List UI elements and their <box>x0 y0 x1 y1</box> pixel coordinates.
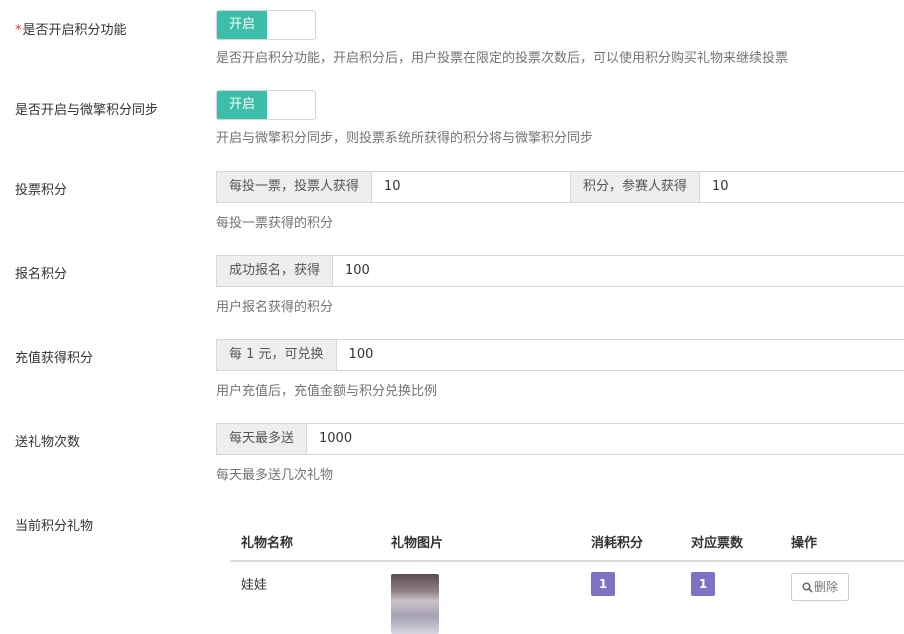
current-gifts-label: 当前积分礼物 <box>15 519 94 534</box>
recharge-addon: 每 1 元，可兑换 <box>217 340 337 370</box>
vote-points-help: 每投一票获得的积分 <box>216 216 334 231</box>
action-cell: 删除 <box>780 561 904 634</box>
signup-points-help: 用户报名获得的积分 <box>216 300 334 315</box>
table-row: 娃娃 1 1 删除 <box>230 561 904 634</box>
gift-times-input-group: 每天最多送 <box>216 423 904 455</box>
recharge-points-label: 充值获得积分 <box>15 351 94 366</box>
enable-points-label: *是否开启积分功能 <box>15 19 127 38</box>
sync-points-label: 是否开启与微擎积分同步 <box>15 103 159 118</box>
enable-points-toggle[interactable]: 开启 <box>216 10 316 40</box>
sync-points-help: 开启与微擎积分同步，则投票系统所获得的积分将与微擎积分同步 <box>216 131 594 146</box>
sync-points-row: 是否开启与微擎积分同步 开启 开启与微擎积分同步，则投票系统所获得的积分将与微擎… <box>0 80 904 160</box>
header-gift-name: 礼物名称 <box>230 522 380 562</box>
gift-times-label: 送礼物次数 <box>15 435 81 450</box>
toggle-on-label: 开启 <box>217 11 267 39</box>
gift-times-row: 送礼物次数 每天最多送 每天最多送几次礼物 <box>0 412 904 496</box>
gift-times-addon: 每天最多送 <box>217 424 308 454</box>
delete-button[interactable]: 删除 <box>791 573 850 601</box>
sync-points-toggle[interactable]: 开启 <box>216 90 316 120</box>
gift-name-cell: 娃娃 <box>241 578 268 593</box>
signup-points-row: 报名积分 成功报名，获得 用户报名获得的积分 <box>0 244 904 328</box>
contestant-addon: 积分，参赛人获得 <box>570 172 701 202</box>
signup-points-input-group: 成功报名，获得 <box>216 255 904 287</box>
vote-points-row: 投票积分 每投一票，投票人获得 积分，参赛人获得 每投一票获得的积分 <box>0 160 904 244</box>
recharge-points-row: 充值获得积分 每 1 元，可兑换 用户充值后，充值金额与积分兑换比例 <box>0 328 904 412</box>
recharge-points-input[interactable] <box>336 340 904 370</box>
search-icon <box>802 582 813 593</box>
gift-table: 礼物名称 礼物图片 消耗积分 对应票数 操作 娃娃 1 1 删除 <box>230 522 904 634</box>
voter-addon: 每投一票，投票人获得 <box>217 172 373 202</box>
delete-button-label: 删除 <box>814 580 839 594</box>
vote-points-input-group: 每投一票，投票人获得 积分，参赛人获得 <box>216 171 904 203</box>
cost-points-badge: 1 <box>591 572 615 596</box>
signup-points-input[interactable] <box>333 256 904 286</box>
enable-points-row: *是否开启积分功能 开启 是否开启积分功能，开启积分后，用户投票在限定的投票次数… <box>0 0 904 80</box>
votes-cell: 1 <box>680 561 780 634</box>
gift-table-header: 礼物名称 礼物图片 消耗积分 对应票数 操作 <box>230 522 904 562</box>
header-action: 操作 <box>780 522 904 562</box>
required-mark: * <box>15 23 22 38</box>
header-gift-image: 礼物图片 <box>380 522 580 562</box>
recharge-points-help: 用户充值后，充值金额与积分兑换比例 <box>216 384 438 399</box>
enable-points-label-text: 是否开启积分功能 <box>22 23 127 38</box>
contestant-points-input[interactable] <box>700 172 904 202</box>
gift-image-cell <box>380 561 580 634</box>
voter-points-input[interactable] <box>372 172 571 202</box>
enable-points-help: 是否开启积分功能，开启积分后，用户投票在限定的投票次数后，可以使用积分购买礼物来… <box>216 51 789 66</box>
gift-times-help: 每天最多送几次礼物 <box>216 468 334 483</box>
signup-points-label: 报名积分 <box>15 267 68 282</box>
header-votes: 对应票数 <box>680 522 780 562</box>
cost-points-cell: 1 <box>580 561 680 634</box>
votes-badge: 1 <box>691 572 715 596</box>
recharge-points-input-group: 每 1 元，可兑换 <box>216 339 904 371</box>
gift-times-input[interactable] <box>307 424 904 454</box>
gift-image <box>391 574 439 634</box>
signup-addon: 成功报名，获得 <box>217 256 334 286</box>
vote-points-label: 投票积分 <box>15 183 68 198</box>
toggle-on-label: 开启 <box>217 91 267 119</box>
header-cost-points: 消耗积分 <box>580 522 680 562</box>
